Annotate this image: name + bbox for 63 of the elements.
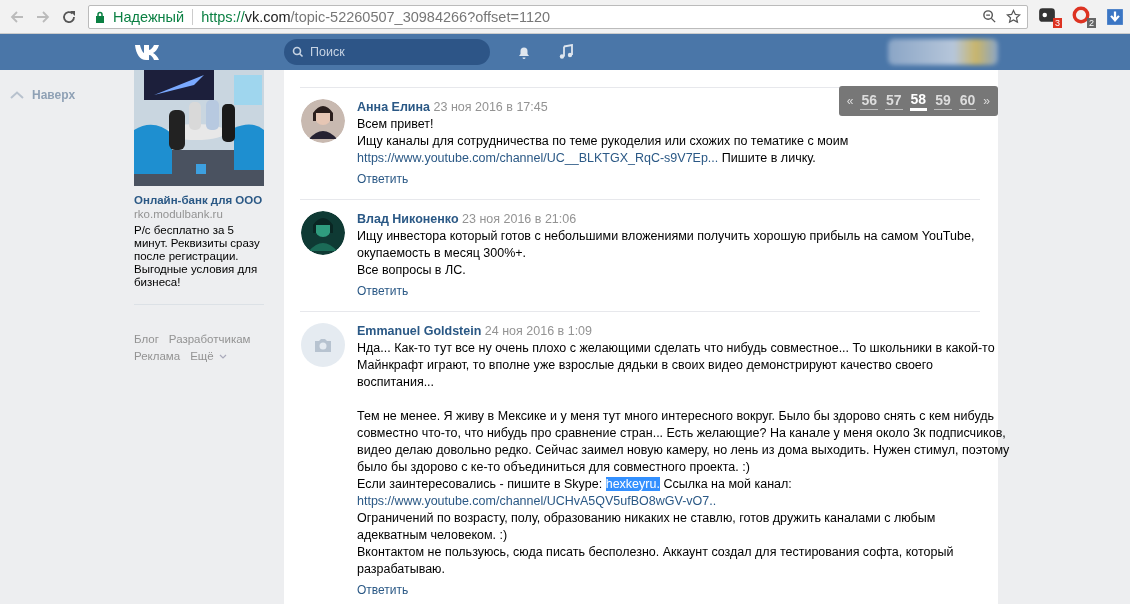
post-text: Если заинтересовались - пишите в Skype: [357,477,604,491]
page-link[interactable]: 56 [860,92,878,110]
author-name[interactable]: Emmanuel Goldstein [357,324,482,338]
extension-icon[interactable] [1038,5,1056,24]
ad-title[interactable]: Онлайн-банк для ООО [134,193,264,207]
post-date[interactable]: 24 ноя 2016 в 1:09 [484,324,593,338]
post-text: окупаемость в месяц 300%+. [357,246,527,260]
reply-link[interactable]: Ответить [357,171,409,188]
next-page-link[interactable]: » [983,94,990,108]
post-text: Ссылка на мой канал: [662,477,792,491]
post-text: Нда... Как-то тут все ну очень плохо с желающими сделать что нибудь совместное... То школьники в какой-то [357,341,995,355]
footer-link[interactable]: Ещё [190,349,227,363]
chevron-up-icon [10,91,24,99]
footer-link[interactable]: Реклама [134,349,181,363]
camera-icon [313,337,333,353]
search-icon [292,46,304,58]
extension-badge: 2 [1087,17,1096,28]
secure-label: Надежный [113,8,185,25]
post-text: Ищу инвестора который готов с небольшими вложениями получить хорошую прибыль на самом YouTube, [357,229,975,243]
author-name[interactable]: Влад Никоненко [357,212,459,226]
reload-icon[interactable] [61,8,77,25]
post-text: Пишите в личку. [720,151,816,165]
selected-text: hexkeyru. [605,477,660,491]
extension-badge: 3 [1053,17,1062,28]
post-link[interactable]: https://www.youtube.com/channel/UC__BLKTGX_RqC-s9V7Ep... [357,151,719,165]
back-to-top-label[interactable]: Наверх [32,88,76,102]
post-text: Всем привет! [357,117,434,131]
music-note-icon[interactable] [558,44,574,60]
reply-link[interactable]: Ответить [357,582,409,599]
zoom-out-icon[interactable] [982,9,997,24]
page-link[interactable]: 57 [885,92,903,110]
search-field[interactable]: Поиск [284,39,490,65]
post-date[interactable]: 23 ноя 2016 в 17:45 [433,100,548,114]
footer-link[interactable]: Разработчикам [168,332,251,346]
page-link[interactable]: 60 [958,92,977,110]
post-text: совместно что-то, что нибудь про сравнение стран... Есть желающие? На канале у меня около 3к подписчиков, [357,426,1006,440]
footer-link[interactable]: Блог [134,332,159,346]
post-text: видео делаю довольно редко. Сейчас заимел новую камеру, но лень из дома выходить. Нужен стимул, поэтому [357,443,1010,457]
back-to-top-link[interactable]: Наверх [0,88,134,102]
post-text: было бы здорово с ке-то объединиться для совместного проекта. :) [357,460,750,474]
post-date[interactable]: 23 ноя 2016 в 21:06 [462,212,577,226]
post-text: адекватным человеком. :) [357,528,508,542]
download-icon[interactable] [1106,7,1124,26]
post-text: Ограничений по возрасту, полу, образованию никаких не ставлю, готов дружить каналами с любым [357,511,936,525]
url-text: https://vk.com/topic-52260507_30984266?offset=1120 [201,8,552,25]
author-name[interactable]: Анна Елина [357,100,431,114]
page-link[interactable]: 58 [909,91,928,111]
post-text: Вконтактом не пользуюсь, сюда писать бесполезно. Аккаунт создал для тестирования софта, который [357,545,954,559]
lock-icon [95,10,105,23]
previous-page-link[interactable]: « [846,94,854,108]
reply-link[interactable]: Ответить [357,283,409,300]
post-link[interactable]: https://www.youtube.com/channel/UCHvA5QV5ufBO8wGV-vO7.. [357,494,717,508]
post-text: воспитания... [357,375,435,389]
post-text: Майнкрафт играют, то вполне уже взрослые дядьки в своих видео демонстрируют качество своего [357,358,934,372]
post-text: Ищу каналы для сотрудничества по теме рукоделия или схожих по тематике с моим [357,134,849,148]
post-text: Тем не менее. Я живу в Мексике и у меня тут много интересного вокруг. Было бы здорово снять с кем нибудь [357,409,995,423]
ad-description: Р/с бесплатно за 5 минут. Реквизиты сразу после регистрации. Выгодные условия для бизнеса! [134,224,261,289]
post-text: Все вопросы в ЛС. [357,263,466,277]
post-text: разрабатываю. [357,562,445,576]
address-bar[interactable]: Надежный https://vk.com/topic-52260507_30984266?offset=1120 [88,4,1028,29]
ad-domain: rko.modulbank.ru [134,207,224,221]
star-icon[interactable] [1006,9,1021,24]
page-link[interactable]: 59 [934,92,952,110]
